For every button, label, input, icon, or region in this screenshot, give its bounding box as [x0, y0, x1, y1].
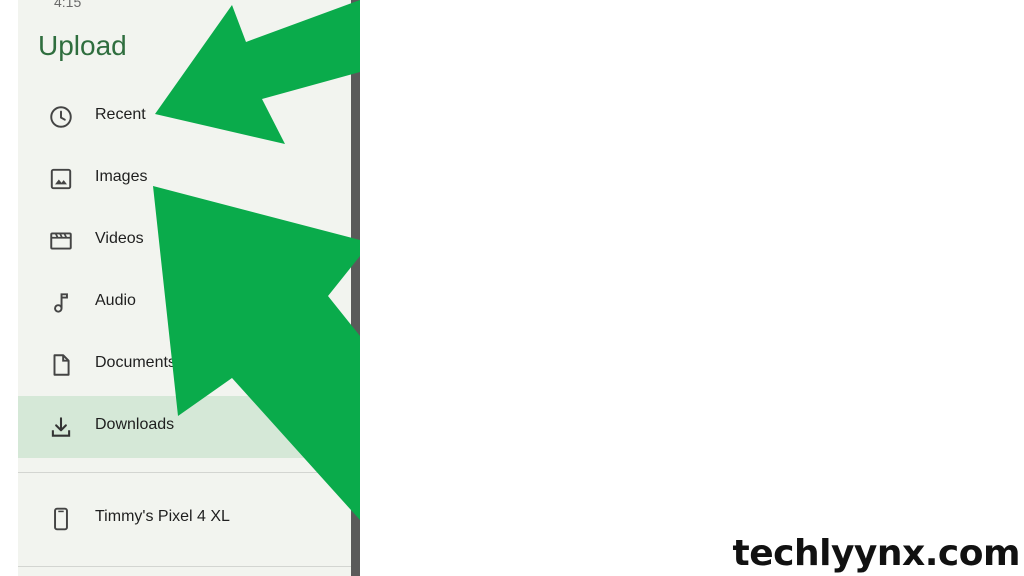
document-icon [48, 352, 74, 378]
divider [18, 472, 351, 473]
divider [18, 566, 351, 567]
drawer-title: Upload [38, 30, 127, 61]
device-item-phone[interactable]: Timmy's Pixel 4 XL [18, 488, 351, 550]
nav-item-videos[interactable]: Videos [18, 210, 351, 272]
status-time: 4:15 [54, 0, 82, 10]
upload-drawer: 4:15 Upload Recent Images Videos Audio D… [18, 0, 351, 576]
video-icon [48, 228, 74, 254]
nav-item-recent[interactable]: Recent [18, 86, 351, 148]
clock-icon [48, 104, 74, 130]
nav-item-audio[interactable]: Audio [18, 272, 351, 334]
nav-label: Images [95, 168, 148, 185]
music-note-icon [48, 290, 74, 316]
screen: c 4:15 Upload Recent Images Videos [0, 0, 1024, 576]
nav-label: Videos [95, 230, 144, 247]
phone-icon [48, 506, 74, 532]
drawer-edge-shadow [351, 0, 360, 576]
nav-label: Documents [95, 354, 176, 371]
nav-item-documents[interactable]: Documents [18, 334, 351, 396]
nav-item-downloads[interactable]: Downloads [18, 396, 351, 458]
device-label: Timmy's Pixel 4 XL [95, 508, 230, 525]
nav-label: Audio [95, 292, 136, 309]
nav-label: Recent [95, 106, 146, 123]
download-icon [48, 414, 74, 440]
nav-label: Downloads [95, 416, 175, 433]
site-watermark: techlyynx.com [732, 533, 1021, 574]
image-icon [48, 166, 74, 192]
nav-item-images[interactable]: Images [18, 148, 351, 210]
